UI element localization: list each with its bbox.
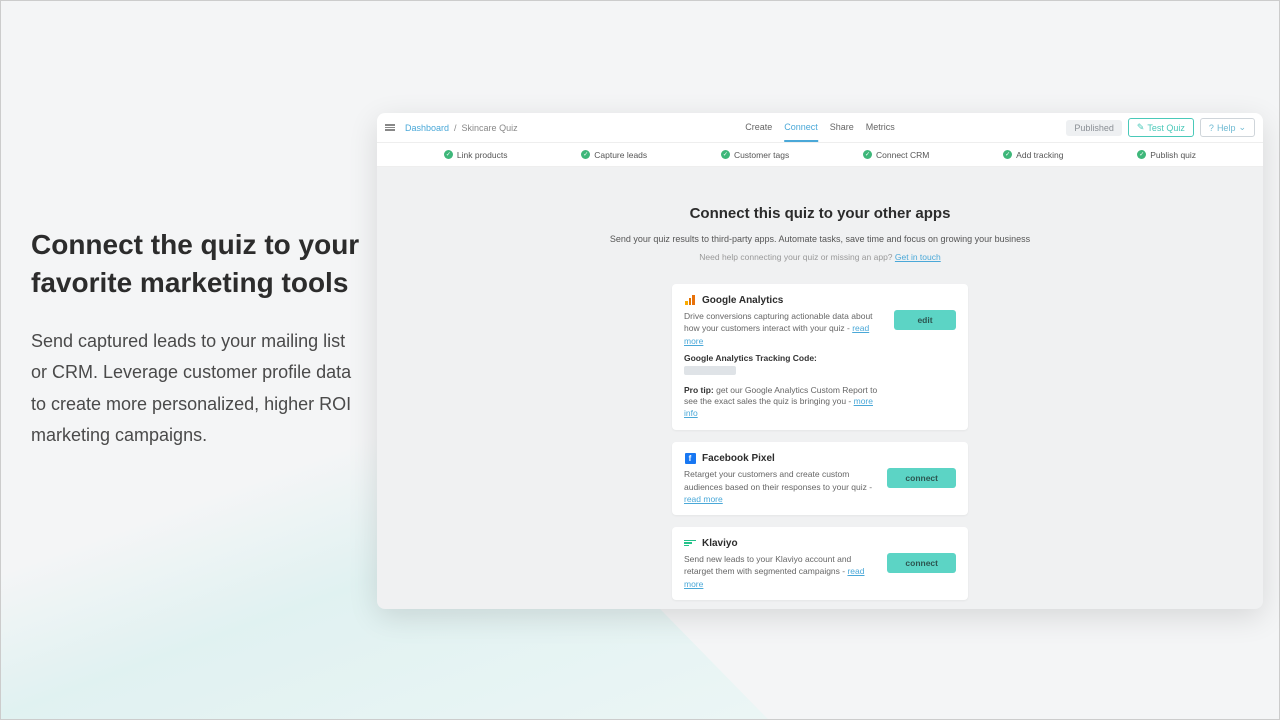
card-text: Retarget your customers and create custo… (684, 468, 877, 505)
check-icon: ✓ (1003, 150, 1012, 159)
step-label: Publish quiz (1150, 150, 1196, 160)
integration-cards: Google Analytics Drive conversions captu… (672, 284, 968, 609)
check-icon: ✓ (721, 150, 730, 159)
breadcrumb-dashboard[interactable]: Dashboard (405, 123, 449, 133)
help-icon: ? (1209, 123, 1214, 133)
top-right-actions: Published ✎ Test Quiz ? Help ⌄ (1066, 118, 1255, 137)
step-customer-tags[interactable]: ✓ Customer tags (721, 150, 789, 160)
step-link-products[interactable]: ✓ Link products (444, 150, 508, 160)
card-title: Facebook Pixel (702, 453, 775, 464)
connect-button[interactable]: connect (887, 553, 956, 573)
chevron-down-icon: ⌄ (1238, 122, 1246, 133)
step-add-tracking[interactable]: ✓ Add tracking (1003, 150, 1063, 160)
tracking-code-label: Google Analytics Tracking Code: (684, 352, 884, 364)
check-icon: ✓ (444, 150, 453, 159)
top-bar: Dashboard / Skincare Quiz Create Connect… (377, 113, 1263, 143)
connect-button[interactable]: connect (887, 468, 956, 488)
marketing-heading: Connect the quiz to your favorite market… (31, 226, 361, 302)
card-title: Google Analytics (702, 295, 783, 306)
card-desc: Send new leads to your Klaviyo account a… (684, 554, 851, 576)
edit-button[interactable]: edit (894, 310, 956, 330)
step-publish-quiz[interactable]: ✓ Publish quiz (1137, 150, 1196, 160)
card-facebook-pixel: f Facebook Pixel Retarget your customers… (672, 442, 968, 515)
facebook-icon: f (684, 452, 696, 464)
read-more-link[interactable]: read more (684, 494, 723, 504)
tab-metrics[interactable]: Metrics (866, 114, 895, 142)
main-area: Connect this quiz to your other apps Sen… (377, 167, 1263, 609)
card-text: Send new leads to your Klaviyo account a… (684, 553, 877, 590)
edit-icon: ✎ (1137, 122, 1145, 133)
card-klaviyo: Klaviyo Send new leads to your Klaviyo a… (672, 527, 968, 600)
tab-create[interactable]: Create (745, 114, 772, 142)
protip-text: get our Google Analytics Custom Report t… (684, 385, 877, 407)
breadcrumb-current: Skincare Quiz (462, 123, 518, 133)
step-label: Capture leads (594, 150, 647, 160)
marketing-copy: Connect the quiz to your favorite market… (31, 226, 361, 452)
breadcrumb-sep: / (454, 123, 457, 133)
step-capture-leads[interactable]: ✓ Capture leads (581, 150, 647, 160)
check-icon: ✓ (1137, 150, 1146, 159)
card-title: Klaviyo (702, 538, 738, 549)
check-icon: ✓ (863, 150, 872, 159)
tab-connect[interactable]: Connect (784, 114, 818, 142)
card-desc: Drive conversions capturing actionable d… (684, 311, 873, 333)
step-label: Add tracking (1016, 150, 1063, 160)
page-title: Connect this quiz to your other apps (690, 205, 951, 222)
test-quiz-button[interactable]: ✎ Test Quiz (1128, 118, 1194, 137)
tracking-code-redacted (684, 366, 736, 375)
help-button[interactable]: ? Help ⌄ (1200, 118, 1255, 137)
step-connect-crm[interactable]: ✓ Connect CRM (863, 150, 929, 160)
status-badge: Published (1066, 120, 1122, 136)
menu-icon[interactable] (385, 124, 395, 131)
steps-bar: ✓ Link products ✓ Capture leads ✓ Customer … (377, 143, 1263, 167)
get-in-touch-link[interactable]: Get in touch (895, 252, 941, 262)
app-window: Dashboard / Skincare Quiz Create Connect… (377, 113, 1263, 609)
card-text: Drive conversions capturing actionable d… (684, 310, 884, 420)
breadcrumb: Dashboard / Skincare Quiz (405, 123, 518, 133)
card-desc: Retarget your customers and create custo… (684, 469, 872, 491)
klaviyo-icon (684, 537, 696, 549)
top-tabs: Create Connect Share Metrics (745, 114, 895, 142)
marketing-body: Send captured leads to your mailing list… (31, 326, 361, 452)
test-quiz-label: Test Quiz (1147, 123, 1185, 133)
protip: Pro tip: get our Google Analytics Custom… (684, 385, 884, 421)
step-label: Connect CRM (876, 150, 929, 160)
help-label: Help (1217, 123, 1236, 133)
step-label: Customer tags (734, 150, 789, 160)
help-line: Need help connecting your quiz or missin… (699, 252, 940, 262)
google-analytics-icon (684, 294, 696, 306)
help-text: Need help connecting your quiz or missin… (699, 252, 895, 262)
protip-label: Pro tip: (684, 385, 714, 395)
page-subtitle: Send your quiz results to third-party ap… (610, 234, 1030, 244)
card-google-analytics: Google Analytics Drive conversions captu… (672, 284, 968, 430)
check-icon: ✓ (581, 150, 590, 159)
tab-share[interactable]: Share (830, 114, 854, 142)
step-label: Link products (457, 150, 508, 160)
